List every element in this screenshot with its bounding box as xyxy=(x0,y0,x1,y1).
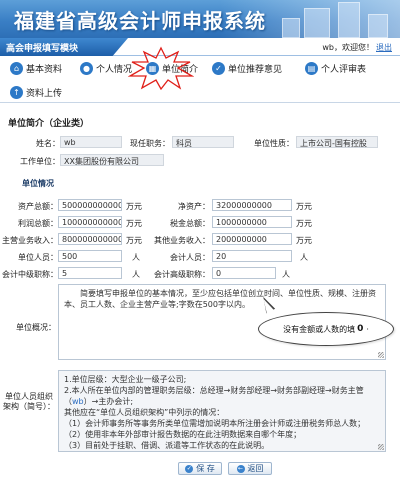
nav-item-unit-recommend[interactable]: ✓ 单位推荐意见 xyxy=(212,60,282,76)
back-button[interactable]: ← 返回 xyxy=(228,462,272,475)
total-assets-label: 资产总额： xyxy=(18,202,58,211)
form-icon: ▤ xyxy=(305,61,318,75)
module-bar: 高会申报填写模块 wb，欢迎您！ 退出 xyxy=(0,38,400,56)
resize-grip-icon[interactable] xyxy=(378,444,384,450)
tax-input[interactable]: 1000000000 xyxy=(212,216,292,228)
banner-building xyxy=(282,18,300,38)
banner-building xyxy=(338,2,360,38)
org-textarea[interactable]: 1.单位层级：大型企业一级子公司; 2.本人所在单位内部的管理职务层级：总经理→… xyxy=(58,370,386,452)
resize-grip-icon[interactable] xyxy=(378,352,384,358)
save-button[interactable]: ✓ 保 存 xyxy=(178,462,222,475)
mid-title-input[interactable]: 5 xyxy=(58,267,122,279)
unit-wan: 万元 xyxy=(126,202,142,211)
overview-label: 单位概况： xyxy=(16,323,56,332)
senior-title-label: 会计高级职称： xyxy=(154,270,210,279)
workplace-field: XX集团股份有限公司 xyxy=(60,154,164,166)
other-income-input[interactable]: 2000000000 xyxy=(212,233,292,245)
org-line: 2.本人所在单位内部的管理职务层级：总经理→财务部经理→财务部副经理→财务主管（… xyxy=(64,386,364,406)
main-nav: ⌂ 基本资料 ● 个人情况 ▦ 单位简介 ✓ 单位推荐意见 ▤ 个人评审表 ↑ … xyxy=(0,57,400,103)
unit-person: 人 xyxy=(132,253,140,262)
banner-building xyxy=(304,8,330,38)
banner-building xyxy=(368,14,388,38)
org-line: （1）会计师事务所等事务所类单位需增加说明本所注册会计师或注册税务师总人数； xyxy=(64,419,366,428)
name-label: 姓名： xyxy=(36,139,60,148)
logout-link[interactable]: 退出 xyxy=(376,42,392,53)
unit-wan: 万元 xyxy=(296,236,312,245)
accountants-input[interactable]: 20 xyxy=(212,250,292,262)
mid-title-label: 会计中级职称： xyxy=(2,270,58,279)
main-income-input[interactable]: 800000000000 xyxy=(58,233,122,245)
app-title: 福建省高级会计师申报系统 xyxy=(14,9,266,33)
senior-title-input[interactable]: 0 xyxy=(212,267,276,279)
position-field: 科员 xyxy=(172,136,234,148)
org-line: 1.单位层级：大型企业一级子公司; xyxy=(64,375,187,384)
staff-label: 单位人员： xyxy=(18,253,58,262)
unit-wan: 万元 xyxy=(296,219,312,228)
unit-wan: 万元 xyxy=(126,236,142,245)
unit-person: 人 xyxy=(300,253,308,262)
section-title: 单位简介（企业类） xyxy=(8,119,90,129)
profit-input[interactable]: 1000000000000 xyxy=(58,216,122,228)
org-line: （2）使用非本年外部审计报告数据的在此注明数据来自哪个年度； xyxy=(64,430,302,439)
staff-input[interactable]: 500 xyxy=(58,250,122,262)
back-icon: ← xyxy=(236,464,245,473)
overview-text: 简要填写申报单位的基本情况，至少应包括单位创立时间、单位性质、规模、注册资本、员… xyxy=(64,289,376,309)
org-label: 单位人员组织架构（简号）： xyxy=(3,392,55,411)
nature-field: 上市公司-国有控股 xyxy=(296,136,378,148)
main-income-label: 主营业务收入： xyxy=(2,236,58,245)
unit-wan: 万元 xyxy=(126,219,142,228)
unit-person: 人 xyxy=(282,270,290,279)
nav-item-personal[interactable]: ● 个人情况 xyxy=(80,60,132,76)
nature-label: 单位性质： xyxy=(254,139,294,148)
org-line: （3）目前处于挂职、借调、派遣等工作状态的在此说明。 xyxy=(64,441,270,450)
nav-item-upload[interactable]: ↑ 资料上传 xyxy=(10,84,62,100)
check-icon: ✓ xyxy=(212,61,225,75)
workplace-label: 工作单位： xyxy=(20,157,60,166)
unit-info-title: 单位情况 xyxy=(22,179,54,188)
name-field: wb xyxy=(60,136,122,148)
welcome-text: wb，欢迎您！ xyxy=(322,43,374,52)
nav-item-review-form[interactable]: ▤ 个人评审表 xyxy=(305,60,366,76)
other-income-label: 其他业务收入： xyxy=(154,236,210,245)
highlight-burst-icon xyxy=(128,46,194,90)
home-icon: ⌂ xyxy=(10,61,23,75)
save-icon: ✓ xyxy=(185,464,194,473)
accountants-label: 会计人员： xyxy=(170,253,210,262)
upload-icon: ↑ xyxy=(10,85,23,99)
position-label: 现任职务： xyxy=(130,139,170,148)
nav-item-basic-info[interactable]: ⌂ 基本资料 xyxy=(10,60,62,76)
profit-label: 利润总额： xyxy=(18,219,58,228)
org-line: 其他应在“单位人员组织架构”中列示的情况： xyxy=(64,408,225,417)
module-tab: 高会申报填写模块 xyxy=(0,38,128,56)
net-assets-input[interactable]: 32000000000 xyxy=(212,199,292,211)
net-assets-label: 净资产： xyxy=(178,202,210,211)
hint-tooltip: 没有金额或人数的填 0 · xyxy=(258,312,394,346)
tax-label: 税金总额： xyxy=(170,219,210,228)
total-assets-input[interactable]: 5000000000000 xyxy=(58,199,122,211)
user-icon: ● xyxy=(80,61,93,75)
header-banner: 福建省高级会计师申报系统 xyxy=(0,0,400,38)
unit-person: 人 xyxy=(132,270,140,279)
unit-wan: 万元 xyxy=(296,202,312,211)
